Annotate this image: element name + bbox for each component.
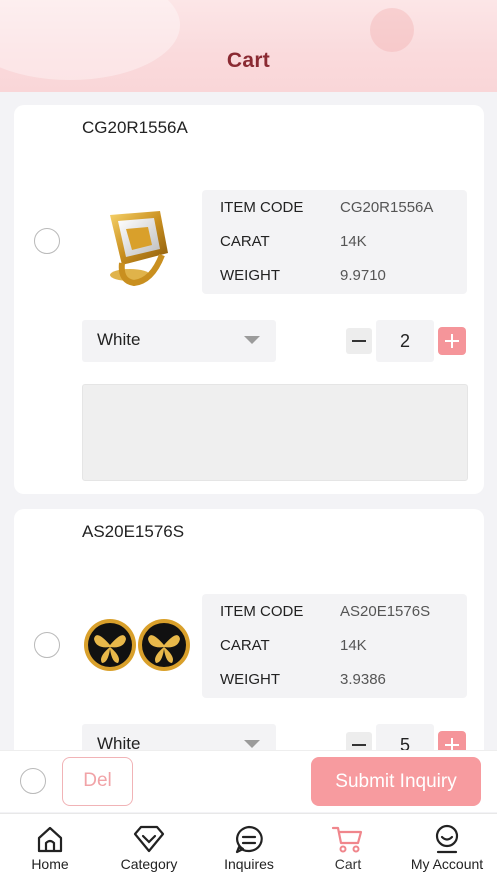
info-key: ITEM CODE <box>220 603 304 620</box>
bottom-tab-bar: Home Category Inquires Cart My Account <box>0 813 497 883</box>
info-row: WEIGHT 3.9386 <box>220 671 457 691</box>
color-select-value: White <box>97 330 141 349</box>
diamond-icon <box>133 825 165 853</box>
select-all-radio[interactable] <box>20 768 46 794</box>
info-key: WEIGHT <box>220 267 280 284</box>
select-item-radio[interactable] <box>34 632 60 658</box>
submit-inquiry-button[interactable]: Submit Inquiry <box>311 757 481 806</box>
home-icon <box>37 826 63 853</box>
chat-bubble-icon <box>235 825 263 854</box>
increase-quantity-button[interactable] <box>438 327 466 355</box>
page-title: Cart <box>226 49 271 72</box>
info-key: ITEM CODE <box>220 199 304 216</box>
butterfly-earrings-image <box>84 619 190 671</box>
product-image[interactable] <box>82 593 192 693</box>
header: Cart <box>0 0 497 92</box>
item-info-table: ITEM CODE AS20E1576S CARAT 14K WEIGHT 3.… <box>202 594 467 698</box>
cart-item-card: AS20E1576S ITEM CODE AS20E1576S CARAT 14… <box>14 509 484 750</box>
info-key: CARAT <box>220 233 270 250</box>
color-select[interactable]: White <box>82 724 276 750</box>
item-info-table: ITEM CODE CG20R1556A CARAT 14K WEIGHT 9.… <box>202 190 467 294</box>
tab-label: Inquires <box>224 856 274 872</box>
quantity-value[interactable]: 5 <box>376 724 434 750</box>
cart-action-bar: Del Submit Inquiry <box>0 750 497 812</box>
info-row: ITEM CODE AS20E1576S <box>220 603 457 623</box>
chevron-down-icon <box>244 740 260 748</box>
gold-ring-image <box>110 211 168 287</box>
info-value: AS20E1576S <box>340 603 431 620</box>
info-key: WEIGHT <box>220 671 280 688</box>
tab-label: Home <box>31 856 69 872</box>
tab-home[interactable]: Home <box>0 814 100 883</box>
info-value: 3.9386 <box>340 671 386 688</box>
tab-category[interactable]: Category <box>99 814 199 883</box>
delete-button[interactable]: Del <box>62 757 133 806</box>
color-select[interactable]: White <box>82 320 276 362</box>
info-key: CARAT <box>220 637 270 654</box>
info-row: CARAT 14K <box>220 233 457 253</box>
info-value: 9.9710 <box>340 267 386 284</box>
tab-inquires[interactable]: Inquires <box>199 814 299 883</box>
select-item-radio[interactable] <box>34 228 60 254</box>
info-value: 14K <box>340 637 367 654</box>
info-row: ITEM CODE CG20R1556A <box>220 199 457 219</box>
header-decoration <box>370 8 414 52</box>
quantity-value[interactable]: 2 <box>376 320 434 362</box>
info-value: CG20R1556A <box>340 199 434 216</box>
tab-label: My Account <box>410 856 484 872</box>
tab-label: Cart <box>334 856 362 872</box>
cart-list[interactable]: CG20R1556A ITEM CODE CG20R1556A CARAT 14… <box>0 92 497 750</box>
product-image[interactable] <box>82 193 192 293</box>
tab-label: Category <box>120 856 178 872</box>
chevron-down-icon <box>244 336 260 344</box>
remark-textarea[interactable] <box>82 384 468 481</box>
cart-icon <box>331 826 363 853</box>
increase-quantity-button[interactable] <box>438 731 466 750</box>
color-select-value: White <box>97 734 141 750</box>
info-row: WEIGHT 9.9710 <box>220 267 457 287</box>
tab-my-account[interactable]: My Account <box>397 814 497 883</box>
info-value: 14K <box>340 233 367 250</box>
item-code-title: CG20R1556A <box>82 118 188 137</box>
decrease-quantity-button[interactable] <box>346 732 372 750</box>
tab-cart[interactable]: Cart <box>298 814 398 883</box>
decrease-quantity-button[interactable] <box>346 328 372 354</box>
user-icon <box>435 824 459 854</box>
cart-item-card: CG20R1556A ITEM CODE CG20R1556A CARAT 14… <box>14 105 484 494</box>
item-code-title: AS20E1576S <box>82 522 185 541</box>
info-row: CARAT 14K <box>220 637 457 657</box>
